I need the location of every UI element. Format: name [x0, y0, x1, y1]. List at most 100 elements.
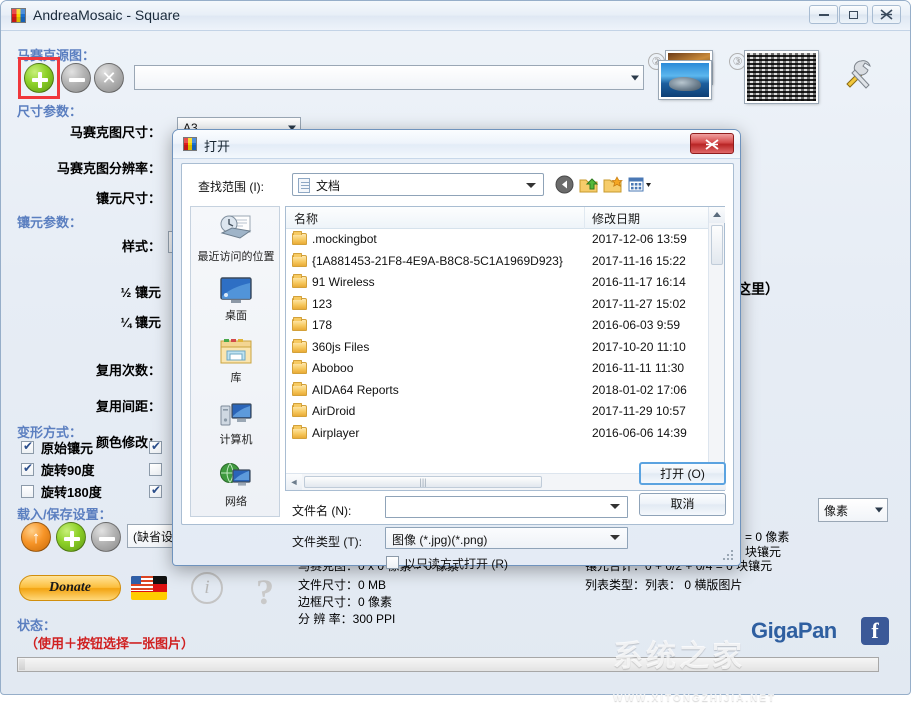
readonly-checkbox[interactable] [386, 556, 399, 569]
desktop-icon [219, 277, 253, 307]
place-computer[interactable]: 计算机 [191, 400, 281, 447]
close-icon [880, 9, 893, 20]
label-style: 样式： [121, 239, 161, 254]
checkbox-rotate-180[interactable] [21, 485, 34, 498]
chevron-down-icon[interactable] [610, 535, 620, 540]
file-type-combo[interactable]: 图像 (*.jpg)(*.png) [385, 527, 628, 549]
file-name: Airplayer [312, 425, 360, 440]
cancel-button[interactable]: 取消 [639, 493, 726, 516]
label-original-tile: 原始镶元 [41, 441, 94, 456]
table-row[interactable]: AirDroid 2017-11-29 10:57 [286, 401, 710, 423]
table-row[interactable]: .mockingbot 2017-12-06 13:59 [286, 229, 710, 251]
file-name: AIDA64 Reports [312, 382, 399, 397]
dialog-close-button[interactable] [690, 133, 734, 154]
chevron-down-icon [875, 507, 883, 513]
file-name-input[interactable] [385, 496, 628, 518]
table-row[interactable]: 178 2016-06-03 9:59 [286, 315, 710, 337]
donate-button[interactable]: Donate [19, 575, 121, 601]
step-3-badge: ③ [729, 53, 746, 70]
add-source-button[interactable] [24, 63, 54, 93]
info-icon[interactable]: i [191, 572, 223, 604]
place-label: 网络 [225, 496, 247, 508]
libraries-icon [219, 339, 253, 369]
column-header-date[interactable]: 修改日期 [592, 210, 640, 227]
folder-icon [292, 317, 307, 331]
source-thumbnail-front[interactable] [659, 61, 711, 99]
table-row[interactable]: 123 2017-11-27 15:02 [286, 294, 710, 316]
place-recent[interactable]: 最近访问的位置 [191, 213, 281, 264]
table-row[interactable]: 360js Files 2017-10-20 11:10 [286, 337, 710, 359]
gigapan-logo[interactable]: GigaPan [751, 618, 837, 644]
progress-bar [17, 657, 879, 672]
chevron-down-icon[interactable] [610, 504, 620, 509]
file-date: 2017-10-20 11:10 [592, 339, 686, 354]
label-rotate-180: 旋转180度 [41, 485, 102, 500]
remove-source-button[interactable] [61, 63, 91, 93]
places-bar: 最近访问的位置 桌面 库 计算机 网络 [190, 206, 280, 517]
table-row[interactable]: Aboboo 2016-11-11 11:30 [286, 358, 710, 380]
resize-grip[interactable] [722, 549, 734, 561]
place-libraries[interactable]: 库 [191, 338, 281, 385]
table-row[interactable]: {1A881453-21F8-4E9A-B8C8-5C1A1969D923} 20… [286, 251, 710, 273]
file-date: 2016-11-11 11:30 [592, 361, 685, 375]
units-value: 像素 [824, 504, 849, 518]
new-folder-icon[interactable] [603, 175, 623, 194]
folder-icon [292, 424, 307, 439]
folder-icon [292, 338, 307, 353]
scrollbar-thumb[interactable]: ||| [304, 476, 542, 488]
file-type-value: 图像 (*.jpg)(*.png) [392, 533, 488, 547]
look-in-combo[interactable]: 文档 [292, 173, 544, 196]
label-tile-size: 镶元尺寸： [95, 191, 161, 206]
save-settings-button[interactable] [56, 522, 86, 552]
place-network[interactable]: 网络 [191, 462, 281, 509]
scroll-left-icon[interactable]: ◄ [286, 474, 302, 490]
clear-source-button[interactable]: ✕ [94, 63, 124, 93]
app-logo-icon [11, 8, 26, 23]
info-occluded-tiles: 块镶元 [745, 545, 782, 559]
facebook-icon[interactable]: f [861, 617, 889, 645]
checkbox-original-tile-alt[interactable] [149, 439, 162, 454]
table-row[interactable]: AIDA64 Reports 2018-01-02 17:06 [286, 380, 710, 402]
up-folder-icon[interactable] [579, 175, 599, 194]
table-row[interactable]: Airplayer 2016-06-06 14:39 [286, 423, 710, 445]
close-button[interactable] [872, 5, 901, 24]
label-half-tile: ½ 镶元 [120, 285, 161, 300]
minimize-button[interactable] [809, 5, 838, 24]
checkbox-rotate-90[interactable] [21, 461, 34, 476]
checkbox-original-tile[interactable] [21, 439, 34, 454]
place-label: 库 [230, 372, 242, 384]
language-flag-icon[interactable] [131, 576, 167, 600]
file-list[interactable]: 名称 修改日期 .mockingbot 2017-12-06 13:59 {1A8… [285, 206, 726, 491]
delete-settings-button[interactable] [91, 522, 121, 552]
maximize-button[interactable] [839, 5, 868, 24]
column-header-name[interactable]: 名称 [294, 210, 318, 227]
recent-places-icon [218, 215, 254, 248]
readonly-label: 以只读方式打开 (R) [404, 557, 508, 571]
place-desktop[interactable]: 桌面 [191, 276, 281, 323]
file-date: 2018-01-02 17:06 [592, 382, 687, 397]
dialog-app-icon [183, 137, 197, 151]
window-title: AndreaMosaic - Square [33, 7, 181, 23]
checkbox-rotate-180-alt[interactable] [149, 483, 162, 498]
back-icon[interactable] [555, 175, 575, 194]
file-name: 91 Wireless [312, 275, 375, 289]
open-button[interactable]: 打开 (O) [639, 462, 726, 485]
column-divider[interactable] [584, 207, 585, 229]
units-combo[interactable]: 像素 [818, 498, 888, 522]
label-reuse-spacing: 复用间距： [95, 399, 161, 414]
look-in-label: 查找范围 (I): [198, 180, 264, 194]
label-mosaic-resolution: 马赛克图分辨率： [56, 161, 161, 176]
help-icon[interactable]: ? [256, 571, 274, 613]
file-date: 2016-06-03 9:59 [592, 318, 681, 332]
checkbox-rotate-90-alt[interactable] [149, 463, 162, 476]
views-icon[interactable] [628, 175, 651, 194]
file-list-header: 名称 修改日期 [286, 207, 724, 229]
load-settings-button[interactable]: ↑ [21, 522, 51, 552]
source-image-combo[interactable] [134, 65, 644, 90]
scroll-up-icon[interactable] [709, 207, 725, 223]
table-row[interactable]: 91 Wireless 2016-11-17 16:14 [286, 272, 710, 294]
mosaic-preview-thumbnail[interactable] [745, 51, 818, 103]
file-list-vertical-scrollbar[interactable] [708, 207, 725, 490]
settings-tools-icon[interactable] [841, 56, 875, 90]
scrollbar-thumb[interactable] [711, 225, 723, 265]
